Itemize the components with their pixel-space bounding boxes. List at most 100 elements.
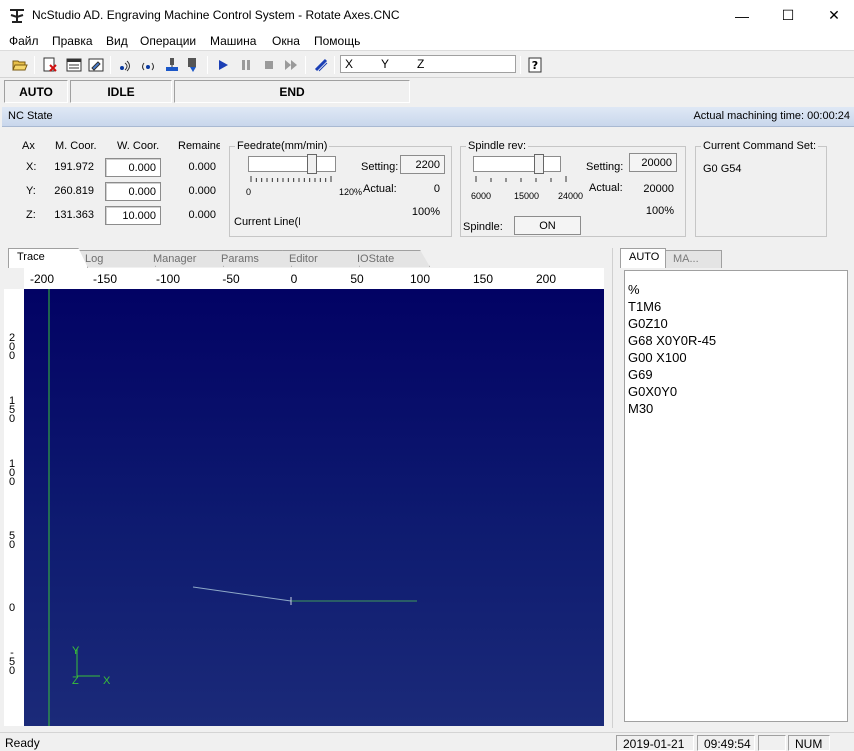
workpiece-icon[interactable] — [162, 55, 182, 75]
gcode-line[interactable]: G68 X0Y0R-45 — [628, 332, 847, 349]
tab-params[interactable]: Params — [212, 250, 292, 267]
status-date: 2019-01-21 — [616, 735, 694, 751]
work-coord-z[interactable]: 10.000 — [105, 206, 161, 225]
machining-time-value: 00:00:24 — [807, 110, 850, 122]
y-ruler-tick: -50 — [8, 647, 16, 677]
gcode-line[interactable]: M30 — [628, 400, 847, 417]
axis-z-label: Z — [417, 57, 425, 71]
state-indicator: IDLE — [70, 80, 172, 103]
start-icon[interactable] — [213, 55, 233, 75]
tab-editor[interactable]: Editor — [280, 250, 360, 267]
machine-coord-header: M. Coor. — [55, 140, 97, 152]
spindle-title: Spindle rev: — [466, 140, 529, 152]
toolbar-separator — [34, 56, 35, 74]
spindle-scale-mid: 15000 — [514, 191, 540, 201]
x-ruler-tick: 50 — [350, 272, 364, 286]
tab-iostate[interactable]: IOState — [348, 250, 430, 267]
menu-machine[interactable]: Машина — [210, 34, 256, 48]
tab-manual[interactable]: MA... — [664, 250, 722, 268]
machine-coord-z: 131.363 — [54, 209, 94, 221]
status-num: NUM — [788, 735, 830, 751]
menu-edit[interactable]: Правка — [52, 34, 93, 48]
axes-selector[interactable]: X Y Z — [340, 55, 516, 73]
gcode-line[interactable]: G69 — [628, 366, 847, 383]
nc-state-bar: NC State Actual machining time: 00:00:24 — [2, 107, 854, 127]
spindle-on-button[interactable]: ON — [514, 216, 581, 235]
gcode-line[interactable]: G00 X100 — [628, 349, 847, 366]
feedrate-slider-thumb[interactable] — [306, 154, 317, 174]
feedrate-setting-value[interactable]: 2200 — [400, 155, 445, 174]
gcode-listing[interactable]: % T1M6 G0Z10 G68 X0Y0R-45 G00 X100 G69 G0X0Y0 M… — [624, 270, 848, 722]
feedrate-slider-ticks — [250, 176, 332, 182]
help-icon[interactable]: ? — [525, 55, 545, 75]
menu-operations[interactable]: Операции — [140, 34, 196, 48]
spindle-slider[interactable] — [473, 156, 561, 172]
menu-help[interactable]: Помощь — [314, 34, 360, 48]
feedrate-setting-label: Setting: — [361, 161, 399, 173]
edit-doc-icon[interactable] — [86, 55, 106, 75]
toolbar-separator — [207, 56, 208, 74]
axis-x-label: X — [345, 57, 354, 71]
remain-z: 0.000 — [188, 209, 216, 221]
status-empty-cell — [758, 735, 786, 751]
toolpath-rotated — [192, 586, 292, 602]
machine-status-row: AUTO IDLE END — [0, 80, 854, 104]
svg-text:?: ? — [532, 59, 538, 72]
spindle-scale-max: 24000 — [558, 191, 584, 201]
x-ruler-tick: -50 — [222, 272, 240, 286]
tab-log[interactable]: Log — [76, 250, 156, 267]
tab-manager[interactable]: Manager — [144, 250, 224, 267]
open-folder-icon[interactable] — [10, 55, 30, 75]
menu-windows[interactable]: Окна — [272, 34, 300, 48]
step-icon[interactable] — [281, 55, 301, 75]
command-set-title: Current Command Set: — [701, 140, 819, 152]
y-ruler-tick: 200 — [8, 332, 16, 362]
tab-auto[interactable]: AUTO — [620, 248, 666, 268]
pause-icon[interactable] — [236, 55, 256, 75]
delete-doc-icon[interactable] — [40, 55, 60, 75]
stop-icon[interactable] — [259, 55, 279, 75]
axis-x: X: — [26, 161, 37, 173]
spindle-switch-label: Spindle: — [463, 221, 503, 233]
axis-y: Y: — [26, 185, 36, 197]
work-coord-x[interactable]: 0.000 — [105, 158, 161, 177]
spindle-setting-value[interactable]: 20000 — [629, 153, 677, 172]
tab-trace[interactable]: Trace — [8, 248, 88, 268]
feedrate-slider[interactable] — [248, 156, 336, 172]
gcode-line[interactable]: T1M6 — [628, 298, 847, 315]
simulate-icon[interactable] — [311, 55, 331, 75]
close-button[interactable]: ✕ — [811, 0, 854, 31]
feedrate-actual-value: 0 — [433, 183, 440, 195]
x-ruler-tick: 100 — [409, 272, 431, 286]
toolbar-separator — [520, 56, 521, 74]
gcode-line[interactable]: % — [628, 281, 847, 298]
feedrate-scale-min: 0 — [246, 187, 252, 197]
minimize-button[interactable]: — — [719, 0, 765, 31]
feedrate-actual-label: Actual: — [363, 183, 397, 195]
current-line-label: Current Line(E — [234, 216, 300, 228]
x-ruler-tick: -150 — [92, 272, 118, 286]
y-ruler-tick: 0 — [8, 602, 16, 614]
y-axis-label: Y — [72, 645, 80, 657]
window-icon[interactable] — [64, 55, 84, 75]
maximize-button[interactable]: ☐ — [765, 0, 811, 31]
x-ruler-tick: 150 — [472, 272, 494, 286]
status-text: Ready — [5, 736, 40, 750]
machining-time-label: Actual machining time: — [693, 110, 805, 122]
menu-bar: Файл Правка Вид Операции Машина Окна Пом… — [0, 31, 854, 51]
gcode-line[interactable]: G0X0Y0 — [628, 383, 847, 400]
gcode-line[interactable]: G0Z10 — [628, 315, 847, 332]
signal-left-icon[interactable] — [115, 55, 135, 75]
spindle-slider-thumb[interactable] — [533, 154, 544, 174]
jog-icon[interactable] — [183, 55, 203, 75]
axis-header: Ax — [22, 140, 35, 152]
signal-both-icon[interactable] — [138, 55, 158, 75]
menu-file[interactable]: Файл — [9, 34, 39, 48]
trace-canvas[interactable]: Y Z X — [24, 289, 604, 726]
spindle-actual-value: 20000 — [643, 183, 674, 195]
title-bar: NcStudio AD. Engraving Machine Control S… — [0, 0, 854, 31]
nc-state-label: NC State — [8, 110, 53, 122]
work-coord-y[interactable]: 0.000 — [105, 182, 161, 201]
menu-view[interactable]: Вид — [106, 34, 128, 48]
remain-x: 0.000 — [188, 161, 216, 173]
